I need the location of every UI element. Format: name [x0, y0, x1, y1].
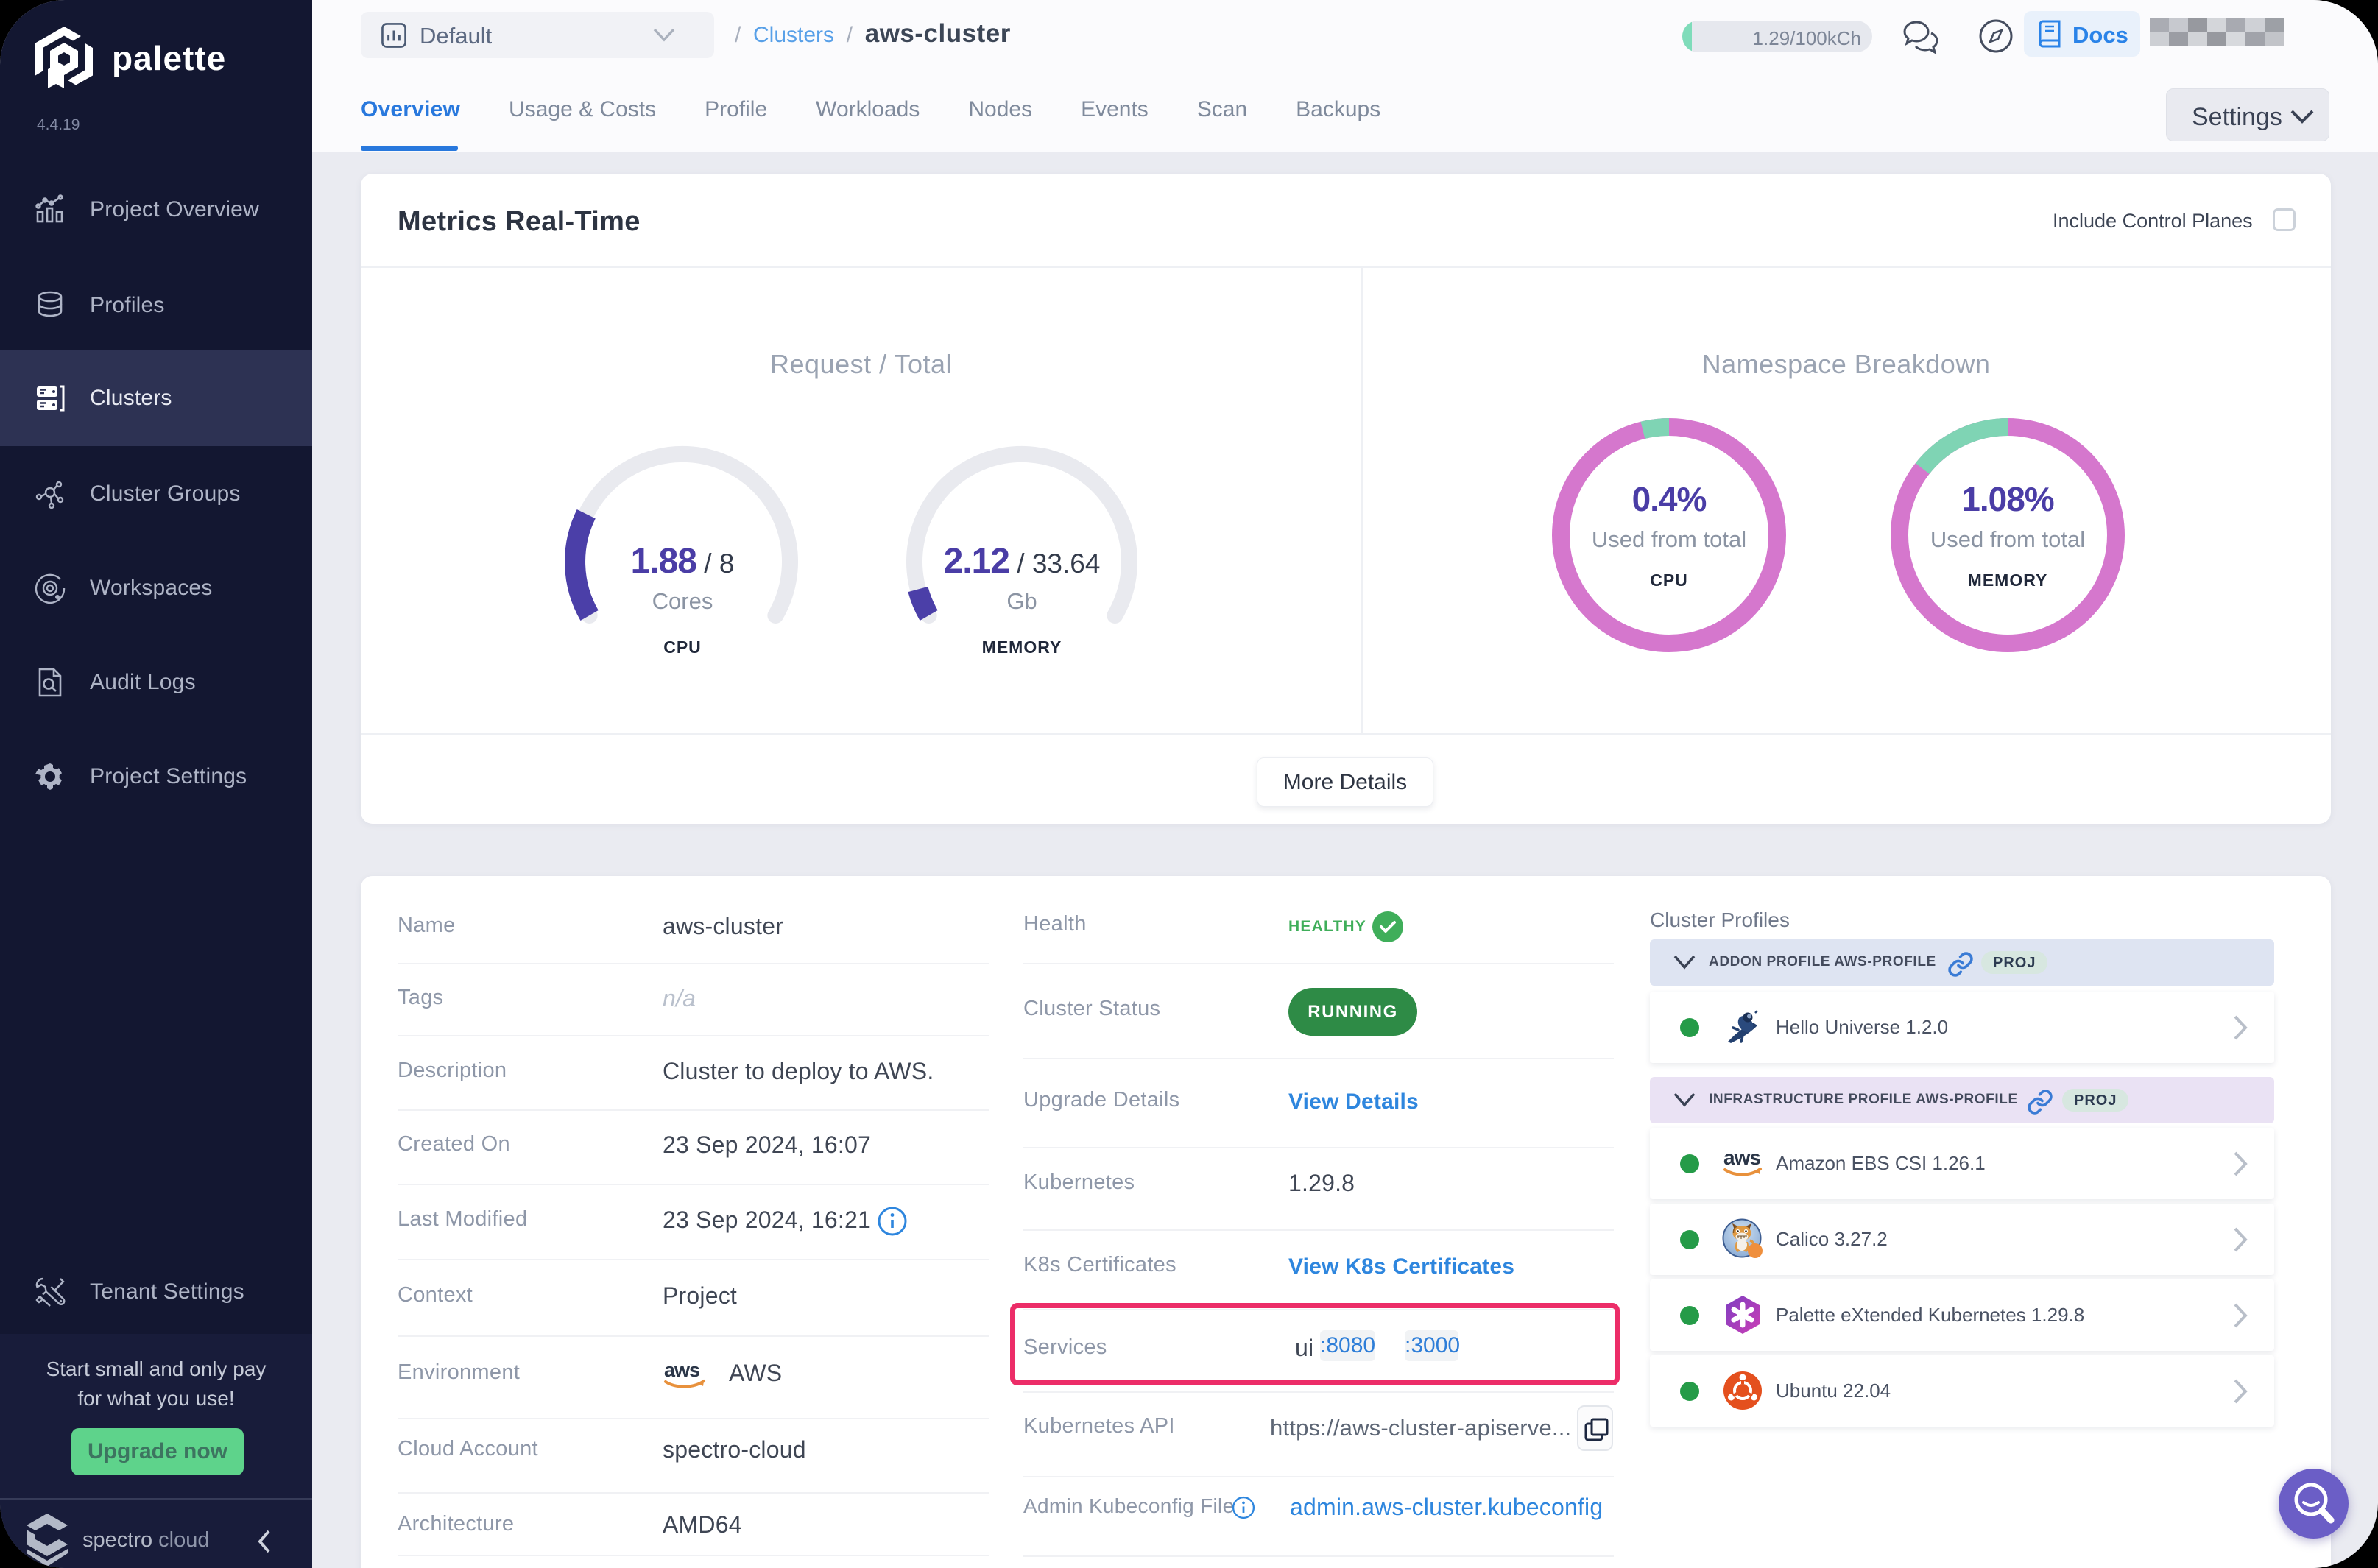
svg-text:aws: aws — [1723, 1146, 1760, 1169]
svg-text:aws: aws — [664, 1359, 699, 1381]
